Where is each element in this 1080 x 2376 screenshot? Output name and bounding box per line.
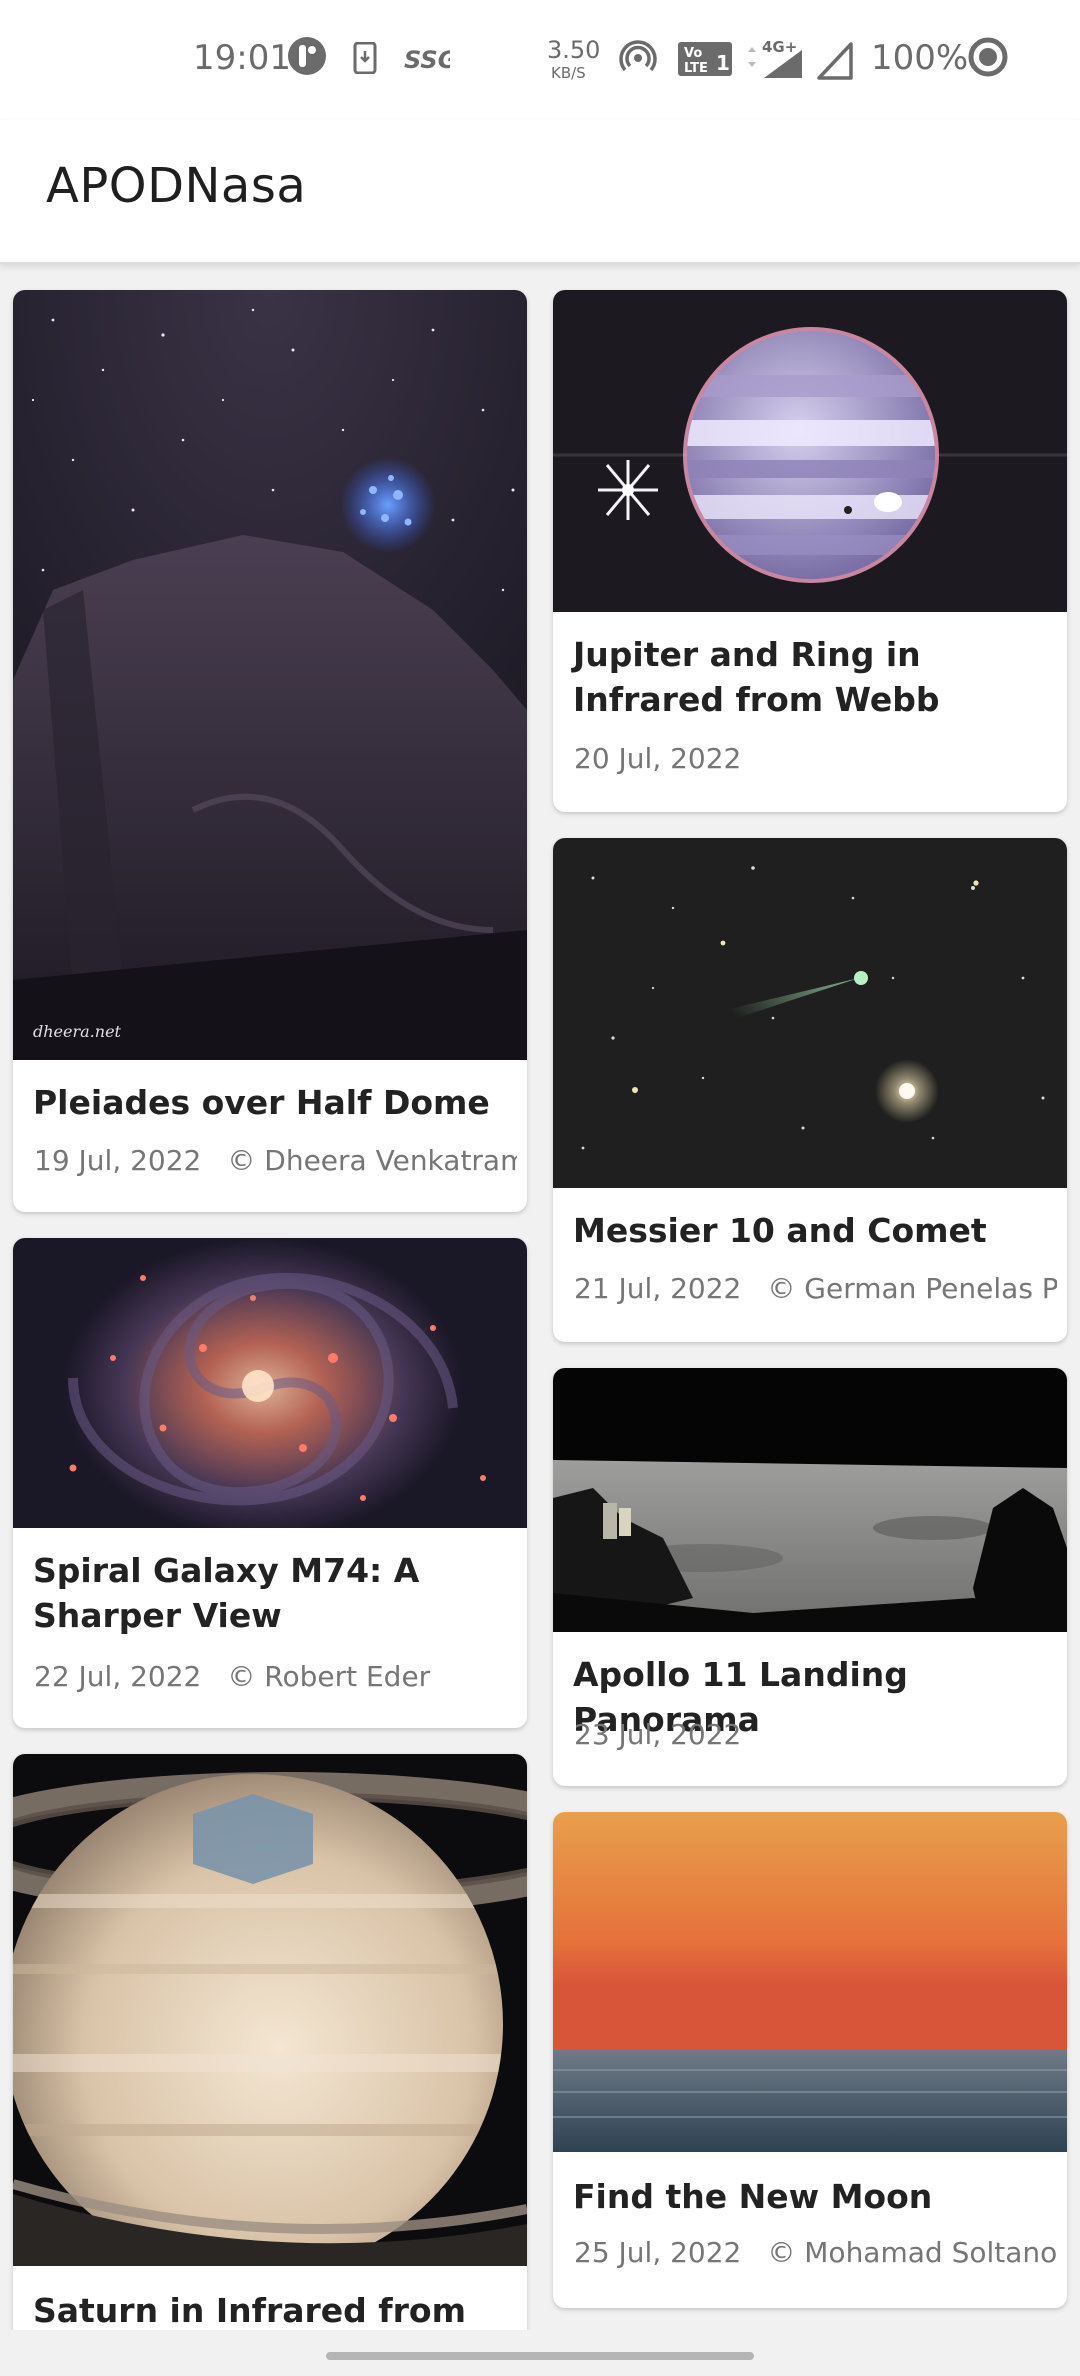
phone-ring-icon [288,37,326,75]
apod-card-apollo11[interactable]: Apollo 11 Landing Panorama 23 Jul, 2022 [553,1368,1067,1786]
card-meta: 20 Jul, 2022 [574,742,1057,775]
card-copyright: © Mohamad Soltanol... [767,2236,1057,2269]
svg-text:SSG: SSG [404,46,450,72]
card-title: Saturn in Infrared from [33,2291,466,2330]
app-title: APODNasa [46,158,307,214]
card-copyright: © Dheera Venkatraman [227,1144,517,1177]
signal-4g-icon: 4G+ [748,38,802,78]
hotspot-icon [619,40,657,72]
apod-card-new-moon[interactable]: Find the New Moon 25 Jul, 2022 © Mohamad … [553,1812,1067,2308]
card-date: 19 Jul, 2022 [34,1144,202,1177]
battery-percent: 100% [871,38,969,78]
apod-image [553,1812,1067,2152]
card-meta: 21 Jul, 2022 © German Penelas Pe... [574,1272,1057,1305]
svg-text:Vo: Vo [684,46,702,61]
card-date: 23 Jul, 2022 [574,1718,742,1751]
card-copyright: © German Penelas Pe... [767,1272,1057,1305]
battery-ring-icon [968,37,1008,77]
net-speed-unit: KB/S [551,64,586,82]
photographer-watermark: dheera.net [33,1022,122,1041]
volte-icon: VoLTE 1 [678,42,732,76]
card-date: 22 Jul, 2022 [34,1660,202,1693]
home-gesture-handle[interactable] [326,2352,754,2360]
gesture-nav-bar [0,2330,1080,2376]
card-copyright: © Robert Eder [227,1660,431,1693]
ssg-icon: SSG [404,46,450,72]
apod-image [13,1238,527,1528]
card-title: Find the New Moon [573,2177,933,2216]
apod-image [553,838,1067,1188]
card-meta: 25 Jul, 2022 © Mohamad Soltanol... [574,2236,1057,2269]
apod-card-pleiades[interactable]: dheera.net Pleiades over Half Dome 19 Ju… [13,290,527,1212]
card-meta: 22 Jul, 2022 © Robert Eder [34,1660,517,1693]
apod-image [553,1368,1067,1632]
apod-card-m74[interactable]: Spiral Galaxy M74: A Sharper View 22 Jul… [13,1238,527,1728]
apod-grid[interactable]: dheera.net Pleiades over Half Dome 19 Ju… [0,264,1080,2330]
card-title: Messier 10 and Comet [573,1211,987,1250]
card-title: Pleiades over Half Dome [33,1083,490,1122]
svg-text:LTE: LTE [684,61,708,76]
apod-image [13,1754,527,2266]
card-title: Spiral Galaxy M74: A Sharper View [33,1551,420,1635]
svg-text:4G+: 4G+ [762,38,797,56]
card-date: 21 Jul, 2022 [574,1272,742,1305]
clock: 19:01 [193,38,291,78]
card-meta: 23 Jul, 2022 [574,1718,1057,1751]
apod-card-messier10[interactable]: Messier 10 and Comet 21 Jul, 2022 © Germa… [553,838,1067,1342]
sim-icon [353,42,377,74]
card-date: 25 Jul, 2022 [574,2236,742,2269]
status-bar: 19:01 SSG 3.50 KB/S VoLTE 1 4G+ 100% [0,0,1080,120]
net-speed-value: 3.50 [547,36,601,64]
signal-icon [817,42,853,80]
card-date: 20 Jul, 2022 [574,742,742,775]
apod-card-saturn[interactable]: Saturn in Infrared from [13,1754,527,2330]
card-meta: 19 Jul, 2022 © Dheera Venkatraman [34,1144,517,1177]
apod-card-jupiter[interactable]: Jupiter and Ring in Infrared from Webb 2… [553,290,1067,812]
app-bar: APODNasa [0,120,1080,264]
apod-image: dheera.net [13,290,527,1060]
apod-image [553,290,1067,612]
card-title: Jupiter and Ring in Infrared from Webb [573,635,940,719]
svg-text:1: 1 [716,51,730,75]
